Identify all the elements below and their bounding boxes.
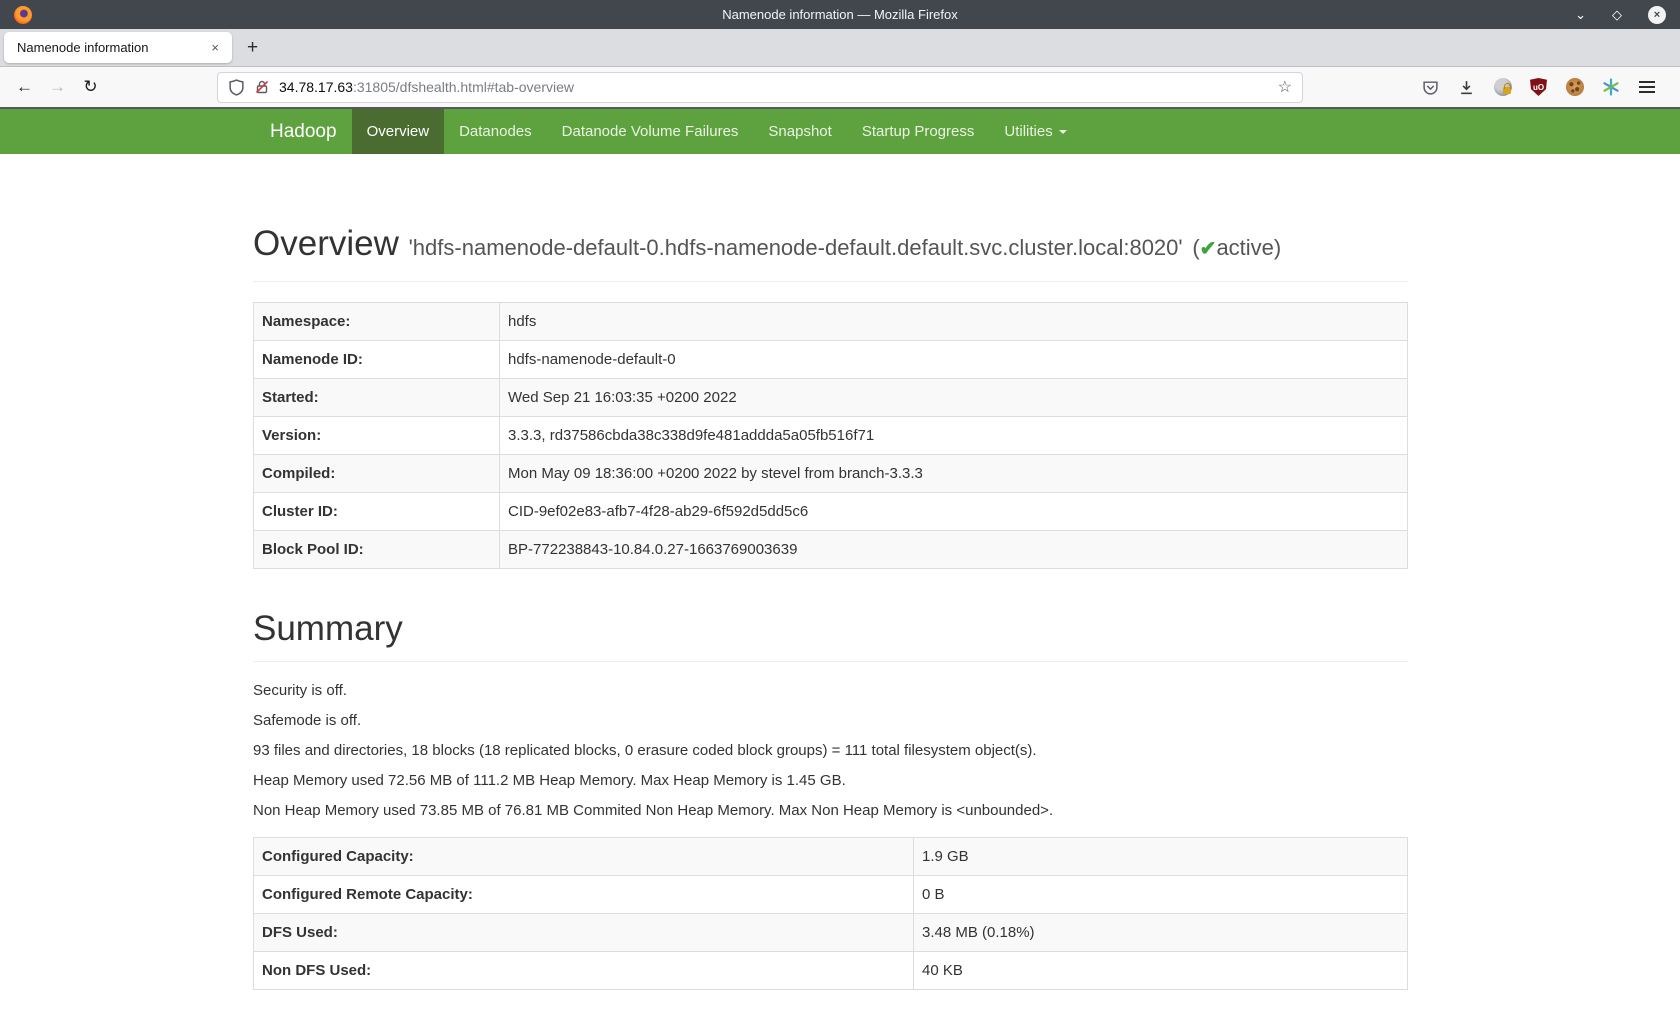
table-row: Block Pool ID: BP-772238843-10.84.0.27-1… [254, 531, 1408, 569]
row-value: hdfs-namenode-default-0 [500, 341, 1408, 379]
back-button[interactable]: ← [8, 72, 41, 102]
table-row: Namespace: hdfs [254, 303, 1408, 341]
table-row: Non DFS Used: 40 KB [254, 952, 1408, 990]
row-value: 40 KB [914, 952, 1408, 990]
navbar-item[interactable]: Overview [352, 109, 445, 154]
window-titlebar: Namenode information — Mozilla Firefox ⌄… [0, 0, 1680, 29]
row-value: 0 B [914, 876, 1408, 914]
insecure-lock-icon[interactable] [254, 79, 270, 95]
table-row: Started: Wed Sep 21 16:03:35 +0200 2022 [254, 379, 1408, 417]
table-row: DFS Used: 3.48 MB (0.18%) [254, 914, 1408, 952]
summary-heading: Summary [253, 607, 1408, 651]
overview-heading: Overview 'hdfs-namenode-default-0.hdfs-n… [253, 222, 1408, 271]
status-active: (✔active) [1192, 235, 1281, 260]
navbar-item-label: Datanodes [459, 109, 532, 154]
divider [253, 661, 1408, 662]
summary-line: Security is off. [253, 680, 1408, 701]
url-text: 34.78.17.63:31805/dfshealth.html#tab-ove… [279, 79, 574, 95]
tab-close-icon[interactable]: × [206, 39, 224, 56]
navbar-item[interactable]: Datanode Volume Failures [547, 109, 754, 154]
summary-line: Non Heap Memory used 73.85 MB of 76.81 M… [253, 800, 1408, 821]
chevron-down-icon [1059, 130, 1067, 134]
new-tab-button[interactable]: + [247, 37, 258, 59]
row-value: Wed Sep 21 16:03:35 +0200 2022 [500, 379, 1408, 417]
row-label: Namespace: [254, 303, 500, 341]
row-value: Mon May 09 18:36:00 +0200 2022 by stevel… [500, 455, 1408, 493]
navbar-item[interactable]: Datanodes [444, 109, 547, 154]
pocket-icon[interactable] [1421, 78, 1440, 97]
shield-permissions-icon[interactable] [228, 79, 245, 96]
check-icon: ✔ [1200, 238, 1217, 260]
navbar-item-label: Overview [367, 109, 430, 154]
row-value: 3.48 MB (0.18%) [914, 914, 1408, 952]
overview-title: Overview [253, 224, 399, 263]
maximize-button[interactable]: ◇ [1612, 8, 1622, 21]
url-bar[interactable]: 34.78.17.63:31805/dfshealth.html#tab-ove… [217, 72, 1303, 103]
capacity-table: Configured Capacity: 1.9 GB Configured R… [253, 837, 1408, 990]
bookmark-star-icon[interactable]: ☆ [1278, 77, 1292, 97]
tab-namenode-information[interactable]: Namenode information × [4, 32, 232, 63]
navbar-item-label: Utilities [1004, 109, 1052, 154]
row-value: 1.9 GB [914, 838, 1408, 876]
table-row: Version: 3.3.3, rd37586cbda38c338d9fe481… [254, 417, 1408, 455]
privacy-extension-icon[interactable] [1493, 78, 1512, 97]
row-label: Started: [254, 379, 500, 417]
firefox-logo-icon [14, 6, 32, 24]
asterisk-extension-icon[interactable] [1601, 78, 1620, 97]
summary-line: Safemode is off. [253, 710, 1408, 731]
row-label: DFS Used: [254, 914, 914, 952]
url-path: :31805/dfshealth.html#tab-overview [353, 79, 574, 95]
row-label: Configured Remote Capacity: [254, 876, 914, 914]
window-title: Namenode information — Mozilla Firefox [0, 7, 1680, 22]
reload-button[interactable]: ↻ [74, 72, 107, 102]
forward-button[interactable]: → [41, 72, 74, 102]
row-label: Non DFS Used: [254, 952, 914, 990]
navbar-item-label: Snapshot [768, 109, 831, 154]
table-row: Compiled: Mon May 09 18:36:00 +0200 2022… [254, 455, 1408, 493]
row-label: Compiled: [254, 455, 500, 493]
divider [253, 281, 1408, 282]
table-row: Configured Capacity: 1.9 GB [254, 838, 1408, 876]
tab-title: Namenode information [17, 40, 149, 55]
hadoop-navbar: Hadoop Overview Datanodes Datanode Volum… [0, 109, 1680, 154]
row-label: Cluster ID: [254, 493, 500, 531]
row-label: Version: [254, 417, 500, 455]
menu-hamburger-icon[interactable] [1637, 78, 1656, 97]
row-label: Namenode ID: [254, 341, 500, 379]
table-row: Namenode ID: hdfs-namenode-default-0 [254, 341, 1408, 379]
summary-line: Heap Memory used 72.56 MB of 111.2 MB He… [253, 770, 1408, 791]
row-value: BP-772238843-10.84.0.27-1663769003639 [500, 531, 1408, 569]
navbar-item-label: Datanode Volume Failures [562, 109, 739, 154]
summary-line: 93 files and directories, 18 blocks (18 … [253, 740, 1408, 761]
namenode-info-table: Namespace: hdfs Namenode ID: hdfs-nameno… [253, 302, 1408, 569]
summary-lines: Security is off. Safemode is off. 93 fil… [253, 680, 1408, 821]
tab-bar: Namenode information × + [0, 29, 1680, 67]
row-value: hdfs [500, 303, 1408, 341]
navbar-item[interactable]: Utilities [989, 109, 1081, 154]
hadoop-brand[interactable]: Hadoop [255, 109, 352, 154]
ublock-origin-icon[interactable]: uO [1529, 78, 1548, 97]
table-row: Configured Remote Capacity: 0 B [254, 876, 1408, 914]
url-host: 34.78.17.63 [279, 79, 353, 95]
downloads-icon[interactable] [1457, 78, 1476, 97]
navbar-items: Overview Datanodes Datanode Volume Failu… [352, 109, 1082, 154]
row-value: 3.3.3, rd37586cbda38c338d9fe481addda5a05… [500, 417, 1408, 455]
browser-toolbar: ← → ↻ 34.78.17.63:31805/dfshealth.html#t… [0, 67, 1680, 109]
navbar-item[interactable]: Startup Progress [847, 109, 990, 154]
navbar-item[interactable]: Snapshot [753, 109, 846, 154]
namenode-address: 'hdfs-namenode-default-0.hdfs-namenode-d… [409, 235, 1183, 260]
page-content: Overview 'hdfs-namenode-default-0.hdfs-n… [253, 222, 1408, 990]
row-label: Block Pool ID: [254, 531, 500, 569]
table-row: Cluster ID: CID-9ef02e83-afb7-4f28-ab29-… [254, 493, 1408, 531]
row-value: CID-9ef02e83-afb7-4f28-ab29-6f592d5dd5c6 [500, 493, 1408, 531]
navbar-item-label: Startup Progress [862, 109, 975, 154]
row-label: Configured Capacity: [254, 838, 914, 876]
cookie-extension-icon[interactable] [1565, 78, 1584, 97]
close-window-button[interactable]: × [1648, 6, 1666, 24]
minimize-button[interactable]: ⌄ [1575, 8, 1586, 21]
